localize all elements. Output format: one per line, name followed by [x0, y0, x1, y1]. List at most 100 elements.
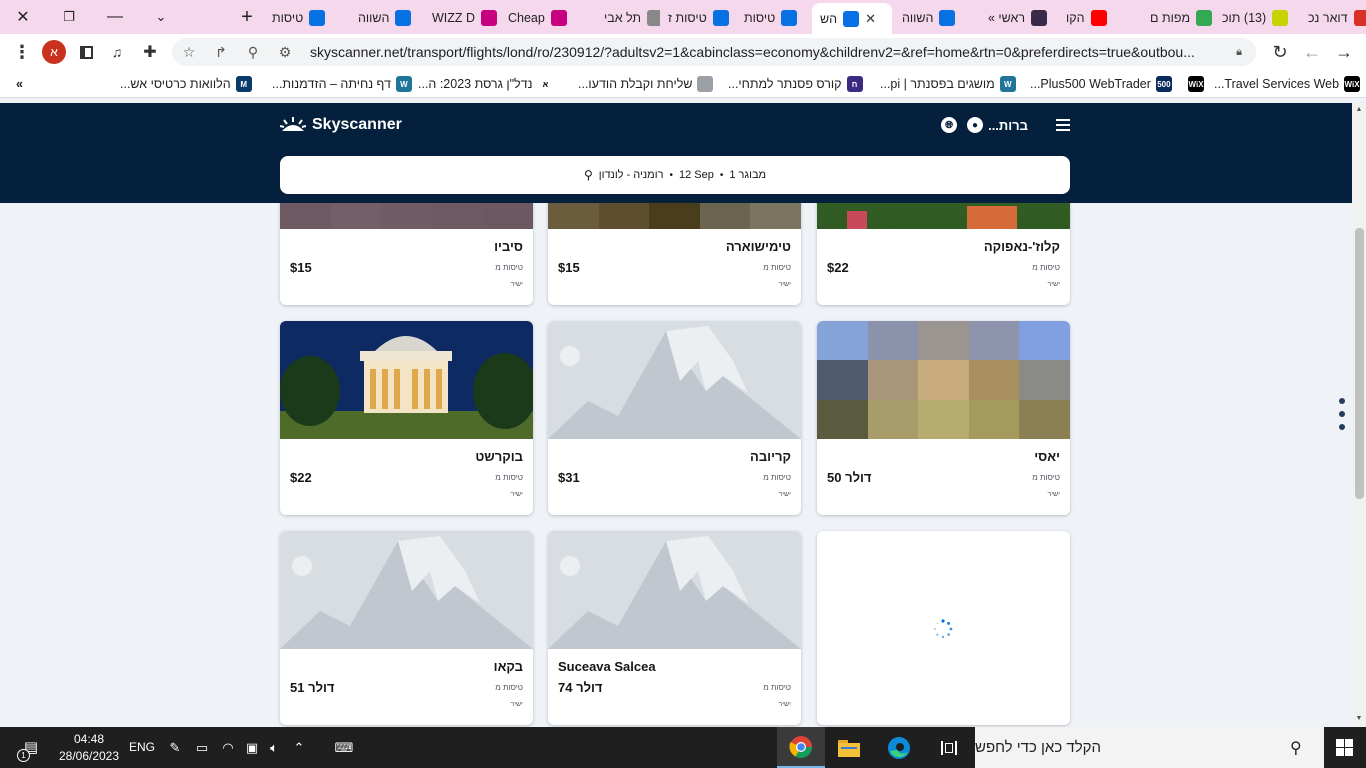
- browser-tab[interactable]: ראשי »: [980, 3, 1058, 32]
- tab-label: השווה: [358, 10, 390, 25]
- placeholder-mountain-icon: [548, 321, 801, 439]
- bookmark-item[interactable]: M הלוואות כרטיסי אש...: [120, 75, 252, 93]
- tab-label: טיסות: [744, 10, 776, 25]
- scroll-down-icon[interactable]: ▼: [1355, 715, 1363, 722]
- taskbar-edge-app[interactable]: [875, 727, 923, 768]
- browser-tab[interactable]: טיסות: [736, 3, 812, 32]
- more-bookmarks-button[interactable]: »: [16, 75, 23, 93]
- browser-tab[interactable]: הקו: [1058, 3, 1142, 32]
- sidebar-icon: [79, 45, 93, 59]
- bookmark-label: מושגים בפסנתר | pi...: [880, 77, 995, 91]
- lock-icon[interactable]: 🔒︎: [1230, 43, 1248, 61]
- menu-icon[interactable]: [1056, 119, 1070, 131]
- price-caption: טיסות מ: [763, 263, 791, 272]
- bookmark-item[interactable]: א נדל"ן גרסת 2023: ה...: [418, 75, 554, 93]
- skyscanner-logo[interactable]: Skyscanner: [280, 116, 402, 134]
- search-summary-bar[interactable]: מבוגר 1 • 12 Sep • רומניה - לונדון ⚲: [280, 156, 1070, 194]
- destination-card[interactable]: Suceava Salcea דולר 74 טיסות מ ישיר: [548, 531, 801, 725]
- taskbar-file-explorer-app[interactable]: [825, 727, 873, 768]
- tab-search-button[interactable]: ⌄: [138, 0, 184, 34]
- bookmark-item[interactable]: ח קורס פסנתר למתחי...: [728, 75, 863, 93]
- bookmark-item[interactable]: W מושגים בפסנתר | pi...: [880, 75, 1016, 93]
- account-button[interactable]: ● ...ברות: [967, 117, 1028, 133]
- destination-card[interactable]: קלוז'-נאפוקה $22 טיסות מ ישיר: [817, 203, 1070, 305]
- taskbar-task-view[interactable]: [925, 727, 973, 768]
- bookmark-item[interactable]: W דף נחיתה – הזדמנות...: [272, 75, 412, 93]
- bookmark-item[interactable]: 500 Plus500 WebTrader...: [1030, 75, 1172, 93]
- sidebar-toggle-button[interactable]: [72, 38, 100, 66]
- browser-tab[interactable]: מפות ם: [1142, 3, 1214, 32]
- taskbar-clock[interactable]: 04:48 28/06/2023: [50, 731, 128, 765]
- restore-window-button[interactable]: ❐: [46, 0, 92, 34]
- bookmark-item[interactable]: WiX Travel Services Web...: [1214, 75, 1361, 93]
- globe-icon[interactable]: 🌐︎: [941, 117, 958, 133]
- minimize-window-button[interactable]: —: [92, 0, 138, 34]
- floating-menu-icon[interactable]: [1339, 398, 1345, 430]
- loading-spinner-icon: [934, 619, 953, 639]
- destination-price: $22: [827, 260, 849, 275]
- url-text[interactable]: skyscanner.net/transport/flights/lond/ro…: [310, 44, 1230, 60]
- start-button[interactable]: [1322, 727, 1366, 768]
- back-button[interactable]: →: [1330, 38, 1358, 66]
- chevron-up-icon[interactable]: ⌃: [290, 739, 308, 757]
- browser-tab[interactable]: ✕ הש: [812, 3, 892, 34]
- price-caption: טיסות מ: [763, 473, 791, 482]
- bookmark-label: שליחת וקבלת הודעו...: [578, 77, 693, 91]
- close-window-button[interactable]: ✕: [0, 0, 46, 34]
- taskbar-search-placeholder: הקלד כאן כדי לחפש: [975, 739, 1102, 756]
- destination-card[interactable]: בוקרשט $22 טיסות מ ישיר: [280, 321, 533, 515]
- destination-card[interactable]: סיביו $15 טיסות מ ישיר: [280, 203, 533, 305]
- browser-tab[interactable]: (13) תוכ: [1214, 3, 1300, 32]
- address-bar[interactable]: ☆ ↱ ⚲ ⚙ skyscanner.net/transport/flights…: [172, 38, 1256, 66]
- taskbar-search-box[interactable]: הקלד כאן כדי לחפש: [975, 727, 1324, 768]
- pen-icon[interactable]: ✎: [166, 739, 184, 757]
- site-settings-icon[interactable]: ⚙: [276, 43, 294, 61]
- browser-tab[interactable]: השווה: [894, 3, 980, 32]
- browser-tab[interactable]: טיסות: [264, 3, 350, 32]
- page-scrollbar[interactable]: ▲ ▼: [1352, 103, 1366, 727]
- direct-flight-label: ישיר: [778, 491, 792, 498]
- globe-icon: [647, 9, 660, 26]
- arrow-left-icon: ←: [1303, 41, 1321, 62]
- meet-now-icon[interactable]: ▣: [243, 739, 261, 757]
- share-icon[interactable]: ↱: [212, 43, 230, 61]
- close-tab-icon[interactable]: ✕: [865, 11, 876, 27]
- browser-tab-strip: ✕ ❐ — ⌄ + דואר נכ (13) תוכ מפות ם הקו ראשי »…: [0, 0, 1366, 34]
- extensions-button[interactable]: ✚: [136, 38, 164, 66]
- profile-avatar[interactable]: א: [42, 40, 66, 64]
- bookmark-item[interactable]: WiX: [1183, 75, 1204, 93]
- destination-price: $15: [558, 260, 580, 275]
- bookmark-star-icon[interactable]: ☆: [180, 43, 198, 61]
- close-icon: ✕: [16, 9, 30, 26]
- scroll-up-icon[interactable]: ▲: [1355, 106, 1363, 113]
- input-language[interactable]: ENG: [129, 740, 155, 754]
- browser-tab[interactable]: Cheap: [500, 3, 596, 32]
- keyboard-icon[interactable]: ⌨: [332, 739, 356, 757]
- taskbar-chrome-app[interactable]: [777, 727, 825, 768]
- browser-tab[interactable]: דואר נכ: [1300, 3, 1366, 32]
- arrow-right-icon: →: [1335, 41, 1353, 62]
- browser-menu-button[interactable]: ⋮: [8, 38, 36, 66]
- tab-label: (13) תוכ: [1222, 10, 1267, 25]
- browser-tab[interactable]: WIZZ D: [424, 3, 500, 32]
- destination-card[interactable]: יאסי דולר 50 טיסות מ ישיר: [817, 321, 1070, 515]
- browser-tab[interactable]: תל אבי: [596, 3, 660, 32]
- bookmark-item[interactable]: שליחת וקבלת הודעו...: [578, 75, 714, 93]
- media-control-button[interactable]: ♫: [103, 38, 131, 66]
- destination-card[interactable]: קריובה $31 טיסות מ ישיר: [548, 321, 801, 515]
- zoom-icon[interactable]: ⚲: [244, 43, 262, 61]
- wifi-icon[interactable]: ◠: [219, 739, 237, 757]
- scrollbar-thumb[interactable]: [1355, 228, 1364, 499]
- windows-taskbar: ▤ 1 04:48 28/06/2023 ENG ✎ ▭ ◠ ▣ 🔈︎ ⌃ ⌨: [0, 727, 1366, 768]
- reload-button[interactable]: ↻: [1266, 38, 1294, 66]
- chat-icon: [1272, 9, 1289, 26]
- bookmark-label: Travel Services Web...: [1214, 77, 1340, 91]
- destination-card[interactable]: בקאו דולר 51 טיסות מ ישיר: [280, 531, 533, 725]
- destination-card[interactable]: טימישוארה $15 טיסות מ ישיר: [548, 203, 801, 305]
- battery-icon[interactable]: ▭: [193, 739, 211, 757]
- forward-button[interactable]: ←: [1298, 38, 1326, 66]
- browser-tab[interactable]: טיסות ז: [660, 3, 736, 32]
- volume-icon[interactable]: 🔈︎: [265, 739, 283, 757]
- browser-tab[interactable]: השווה: [350, 3, 424, 32]
- bookmark-label: דף נחיתה – הזדמנות...: [272, 77, 391, 91]
